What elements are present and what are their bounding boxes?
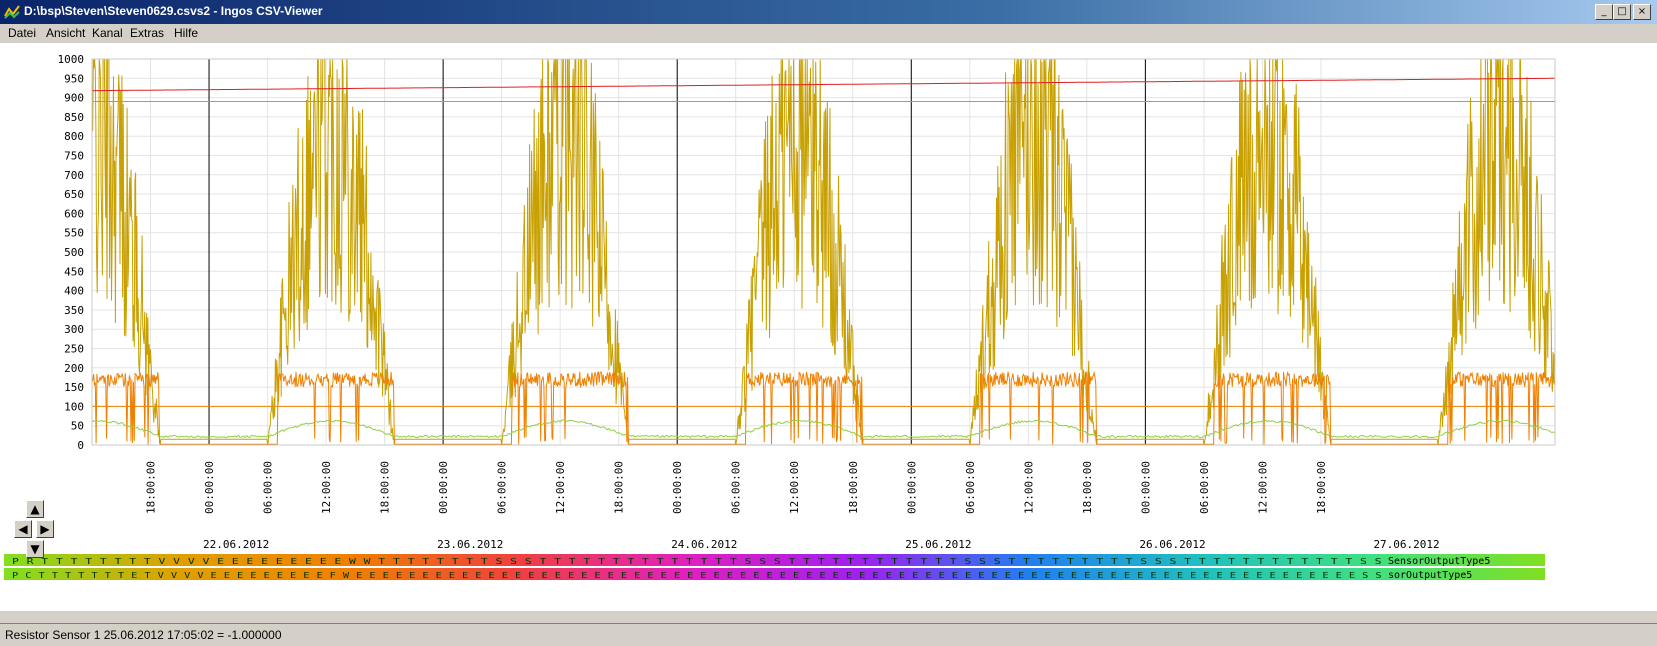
- menu-extras[interactable]: Extras: [130, 26, 164, 40]
- y-tick-label: 1000: [58, 53, 85, 66]
- pan-navigator: ▲ ◀ ▶ ▼: [14, 500, 54, 558]
- x-tick-label: 12:00:00: [554, 461, 567, 514]
- y-tick-label: 500: [64, 246, 84, 259]
- x-tick-label: 18:00:00: [145, 461, 158, 514]
- menu-ansicht[interactable]: Ansicht: [46, 26, 85, 40]
- series-line: [91, 419, 1556, 439]
- channel-band-label: sorOutputType5: [1388, 570, 1472, 581]
- y-tick-label: 900: [64, 92, 84, 105]
- y-tick-label: 0: [77, 439, 84, 452]
- menu-hilfe[interactable]: Hilfe: [174, 26, 198, 40]
- x-tick-label: 12:00:00: [320, 461, 333, 514]
- x-tick-label: 00:00:00: [203, 461, 216, 514]
- chart-canvas[interactable]: 1000950900850800750700650600550500450400…: [0, 43, 1657, 611]
- date-label: 26.06.2012: [1139, 538, 1205, 551]
- y-tick-label: 100: [64, 400, 84, 413]
- chart-area[interactable]: 1000 950 900 850 800 750 700 650 600 550 500 450 400…: [0, 43, 1657, 611]
- pan-left-button[interactable]: ◀: [14, 520, 32, 538]
- y-tick-label: 850: [64, 111, 84, 124]
- x-tick-label: 06:00:00: [262, 461, 275, 514]
- x-tick-label: 12:00:00: [1256, 461, 1269, 514]
- y-tick-label: 50: [71, 420, 84, 433]
- date-label: 24.06.2012: [671, 538, 737, 551]
- x-tick-label: 00:00:00: [671, 461, 684, 514]
- y-tick-label: 800: [64, 130, 84, 143]
- title-bar: D:\bsp\Steven\Steven0629.csvs2 - Ingos C…: [0, 0, 1657, 24]
- x-tick-label: 00:00:00: [905, 461, 918, 514]
- x-tick-label: 06:00:00: [1198, 461, 1211, 514]
- y-tick-label: 350: [64, 304, 84, 317]
- y-tick-label: 250: [64, 343, 84, 356]
- y-tick-label: 150: [64, 381, 84, 394]
- y-tick-label: 300: [64, 323, 84, 336]
- status-text: Resistor Sensor 1 25.06.2012 17:05:02 = …: [5, 628, 282, 642]
- pan-right-button[interactable]: ▶: [36, 520, 54, 538]
- y-tick-label: 650: [64, 188, 84, 201]
- menu-datei[interactable]: Datei: [8, 26, 36, 40]
- y-tick-label: 400: [64, 285, 84, 298]
- date-label: 25.06.2012: [905, 538, 971, 551]
- x-tick-label: 18:00:00: [379, 461, 392, 514]
- y-tick-label: 700: [64, 169, 84, 182]
- x-tick-label: 18:00:00: [1081, 461, 1094, 514]
- x-tick-label: 06:00:00: [730, 461, 743, 514]
- x-tick-label: 18:00:00: [847, 461, 860, 514]
- arrow-right-icon: ▶: [40, 522, 50, 536]
- x-tick-label: 12:00:00: [1022, 461, 1035, 514]
- y-tick-label: 550: [64, 227, 84, 240]
- y-tick-label: 950: [64, 72, 84, 85]
- pan-down-button[interactable]: ▼: [26, 540, 44, 558]
- x-tick-label: 00:00:00: [1139, 461, 1152, 514]
- x-tick-label: 18:00:00: [613, 461, 626, 514]
- x-tick-label: 06:00:00: [496, 461, 509, 514]
- app-icon: [4, 5, 20, 19]
- y-tick-label: 600: [64, 207, 84, 220]
- maximize-button[interactable]: □: [1613, 4, 1631, 20]
- window-title: D:\bsp\Steven\Steven0629.csvs2 - Ingos C…: [24, 4, 323, 18]
- x-tick-label: 00:00:00: [437, 461, 450, 514]
- close-button[interactable]: ×: [1633, 4, 1651, 20]
- channel-band-codes: P C T T T T T T T E T V V V V E E E E E …: [12, 571, 1382, 580]
- date-label: 22.06.2012: [203, 538, 269, 551]
- y-tick-label: 200: [64, 362, 84, 375]
- x-tick-label: 06:00:00: [964, 461, 977, 514]
- pan-up-button[interactable]: ▲: [26, 500, 44, 518]
- date-label: 23.06.2012: [437, 538, 503, 551]
- channel-band-codes: P R T T T T T T T T V V V V E E E E E E …: [12, 557, 1382, 566]
- x-tick-label: 18:00:00: [1315, 461, 1328, 514]
- arrow-left-icon: ◀: [18, 522, 28, 536]
- arrow-down-icon: ▼: [30, 542, 40, 556]
- arrow-up-icon: ▲: [30, 502, 40, 516]
- series-line: [91, 77, 1555, 92]
- channel-band-label: SensorOutputType5: [1388, 556, 1490, 567]
- status-bar: Resistor Sensor 1 25.06.2012 17:05:02 = …: [0, 623, 1657, 646]
- menu-kanal[interactable]: Kanal: [92, 26, 123, 40]
- minimize-button[interactable]: _: [1595, 4, 1613, 20]
- date-label: 27.06.2012: [1373, 538, 1439, 551]
- y-tick-label: 450: [64, 265, 84, 278]
- series-line: [91, 370, 1556, 445]
- x-tick-label: 12:00:00: [788, 461, 801, 514]
- menu-bar: Datei Ansicht Kanal Extras Hilfe: [0, 24, 1657, 43]
- y-tick-label: 750: [64, 150, 84, 163]
